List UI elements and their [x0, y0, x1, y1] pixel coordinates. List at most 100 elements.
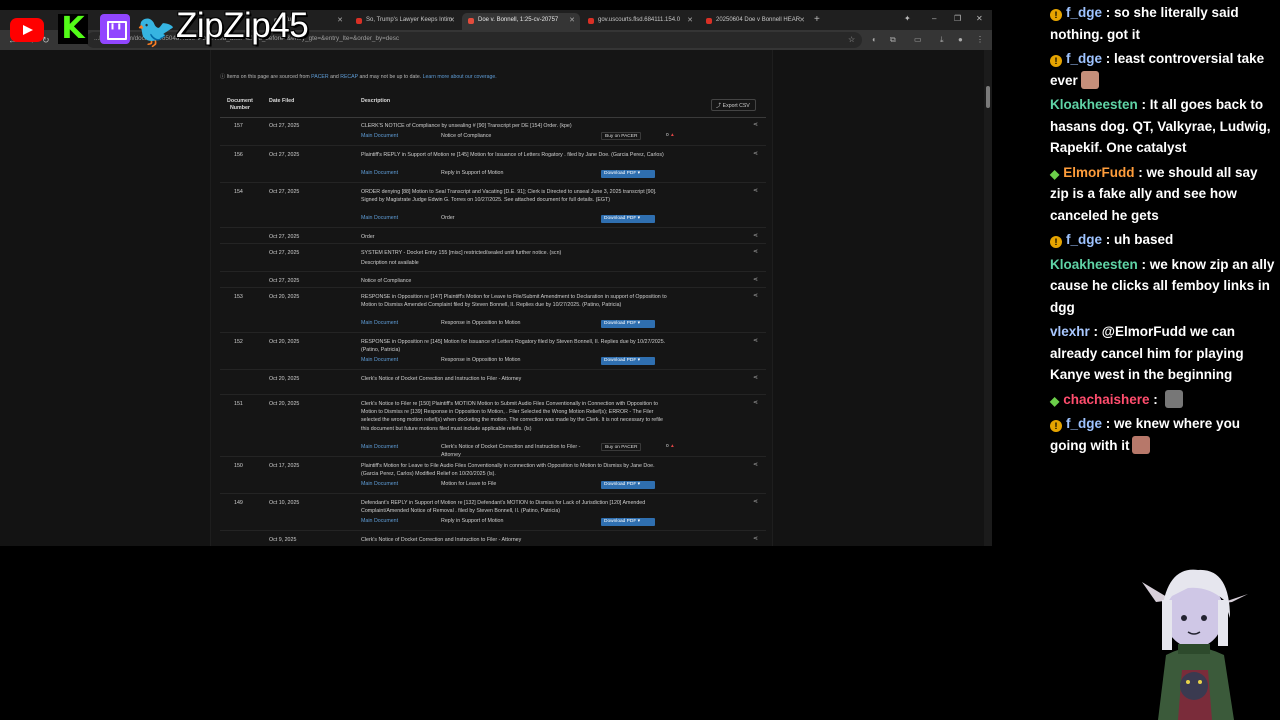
browser-tab[interactable]: 20250604 Doe v Bonnell HEAR ✕	[700, 13, 810, 30]
scrollbar[interactable]	[984, 50, 992, 546]
chat-message: ! f_dge : so she literally said nothing. …	[1044, 2, 1280, 45]
entry-description: Clerk's Notice of Docket Correction and …	[361, 537, 522, 543]
dropdown-caret-icon[interactable]: ▾	[636, 216, 640, 221]
minimize-icon[interactable]: –	[932, 14, 936, 23]
attachment-description: Response in Opposition to Motion	[441, 320, 521, 326]
chat-username[interactable]: Kloakheesten	[1050, 97, 1138, 112]
chat-username[interactable]: f_dge	[1066, 5, 1102, 20]
share-icon[interactable]: ⋖	[753, 150, 758, 157]
main-document-link[interactable]: Main Document	[361, 133, 398, 139]
date-filed: Oct 20, 2025	[269, 339, 300, 345]
share-icon[interactable]: ⋖	[753, 187, 758, 194]
header-text: Number	[229, 105, 250, 111]
close-tab-icon[interactable]: ✕	[687, 16, 693, 24]
bookmark-star-icon[interactable]: ☆	[848, 35, 855, 44]
gray-emote	[1164, 389, 1183, 408]
scrollbar-thumb[interactable]	[986, 86, 990, 108]
notice-text: Items on this page are sourced from	[226, 74, 310, 80]
download-icon[interactable]: ⤓	[940, 35, 944, 45]
subscriber-badge-icon: !	[1050, 420, 1062, 432]
extension-icon[interactable]: ◐	[872, 35, 877, 44]
coverage-link[interactable]: Learn more about our coverage.	[423, 74, 497, 80]
download-pdf-button[interactable]: Download PDF ▾	[601, 320, 655, 328]
browser-tab[interactable]: gov.uscourts.flsd.684111.154.0 ✕	[582, 13, 698, 30]
main-document-link[interactable]: Main Document	[361, 444, 398, 450]
close-tab-icon[interactable]: ✕	[799, 16, 805, 24]
chat-separator: :	[1089, 324, 1102, 339]
chat-message: vlexhr : @ElmorFudd we can already cance…	[1044, 321, 1280, 386]
download-pdf-button[interactable]: Download PDF ▾	[601, 481, 655, 489]
dropdown-caret-icon[interactable]: ▾	[636, 358, 640, 363]
chat-username[interactable]: f_dge	[1066, 232, 1102, 247]
tab-favicon-icon	[468, 18, 474, 24]
main-document-link[interactable]: Main Document	[361, 170, 398, 176]
new-tab-icon[interactable]: +	[814, 14, 820, 25]
entry-description: Notice of Compliance	[361, 278, 412, 284]
share-icon[interactable]: ⋖	[753, 337, 758, 344]
document-number: 153	[234, 294, 243, 300]
browser-tab[interactable]: So, Trump's Lawyer Keeps Intim ✕	[350, 13, 460, 30]
download-pdf-button[interactable]: Download PDF ▾	[601, 518, 655, 526]
share-icon[interactable]: ⋖	[753, 121, 758, 128]
pacer-link[interactable]: PACER	[311, 74, 329, 80]
subscriber-badge-icon: !	[1050, 9, 1062, 21]
close-tab-icon[interactable]: ✕	[449, 16, 455, 24]
share-icon[interactable]: ⋖	[753, 292, 758, 299]
share-icon[interactable]: ⋖	[753, 461, 758, 468]
download-pdf-button[interactable]: Download PDF ▾	[601, 357, 655, 365]
share-icon[interactable]: ⋖	[753, 374, 758, 381]
export-csv-button[interactable]: ⤴ Export CSV	[711, 99, 756, 111]
dropdown-caret-icon[interactable]: ▾	[636, 482, 640, 487]
main-document-link[interactable]: Main Document	[361, 481, 398, 487]
chat-username[interactable]: ElmorFudd	[1063, 165, 1134, 180]
share-icon[interactable]: ⋖	[753, 535, 758, 542]
chat-username[interactable]: Kloakheesten	[1050, 257, 1138, 272]
dropdown-caret-icon[interactable]: ▾	[636, 321, 640, 326]
chat-separator: :	[1149, 391, 1162, 407]
table-row: 149 Oct 10, 2025 Defendant's REPLY in Supp…	[220, 495, 766, 531]
dropdown-caret-icon[interactable]: ▾	[636, 171, 640, 176]
chat-username[interactable]: chachaishere	[1063, 392, 1149, 407]
attachment-description: Response in Opposition to Motion	[441, 357, 521, 363]
main-document-link[interactable]: Main Document	[361, 357, 398, 363]
share-icon[interactable]: ⋖	[753, 498, 758, 505]
sidebar-icon[interactable]: ▭	[914, 35, 922, 44]
dropdown-caret-icon[interactable]: ▾	[636, 519, 640, 524]
profile-icon[interactable]: ●	[958, 35, 963, 44]
youtube-icon	[10, 18, 44, 42]
price-tag: 0 ▲	[666, 444, 675, 449]
puzzle-icon[interactable]: ⧉	[890, 35, 896, 45]
table-row: 157 Oct 27, 2025 CLERK'S NOTICE of Complia…	[220, 118, 766, 146]
chat-username[interactable]: f_dge	[1066, 51, 1102, 66]
share-icon[interactable]: ⋖	[753, 232, 758, 239]
window-close-icon[interactable]: ✕	[976, 14, 983, 23]
entry-description: Defendant's REPLY in Support of Motion r…	[361, 500, 646, 515]
menu-icon[interactable]: ⋮	[976, 35, 984, 44]
recap-link[interactable]: RECAP	[340, 74, 358, 80]
share-icon[interactable]: ⋖	[753, 399, 758, 406]
main-document-link[interactable]: Main Document	[361, 215, 398, 221]
chat-username[interactable]: f_dge	[1066, 416, 1102, 431]
date-filed: Oct 27, 2025	[269, 250, 300, 256]
browser-tab-active[interactable]: Doe v. Bonnell, 1:25-cv-20757 ✕	[462, 13, 580, 30]
main-document-link[interactable]: Main Document	[361, 320, 398, 326]
table-row: 151 Oct 20, 2025 Clerk's Notice to Filer r…	[220, 396, 766, 458]
date-filed: Oct 27, 2025	[269, 123, 300, 129]
download-pdf-label: Download PDF	[604, 321, 637, 326]
close-tab-icon[interactable]: ✕	[569, 16, 575, 24]
buy-on-pacer-button[interactable]: Buy on PACER	[601, 132, 642, 140]
chat-separator: :	[1137, 256, 1150, 272]
download-pdf-button[interactable]: Download PDF ▾	[601, 170, 655, 178]
share-icon[interactable]: ⋖	[753, 276, 758, 283]
table-row: Oct 27, 2025 SYSTEM ENTRY - Docket Entry …	[220, 245, 766, 272]
maximize-icon[interactable]: ❐	[954, 14, 961, 23]
table-row: 153 Oct 20, 2025 RESPONSE in Opposition re…	[220, 289, 766, 333]
chat-username[interactable]: vlexhr	[1050, 324, 1090, 339]
extensions-icon[interactable]: ✦	[904, 14, 911, 23]
twitter-icon: 🐦	[136, 13, 176, 49]
main-document-link[interactable]: Main Document	[361, 518, 398, 524]
buy-on-pacer-button[interactable]: Buy on PACER	[601, 443, 642, 451]
notice-text: and	[330, 74, 339, 80]
share-icon[interactable]: ⋖	[753, 248, 758, 255]
download-pdf-button[interactable]: Download PDF ▾	[601, 215, 655, 223]
